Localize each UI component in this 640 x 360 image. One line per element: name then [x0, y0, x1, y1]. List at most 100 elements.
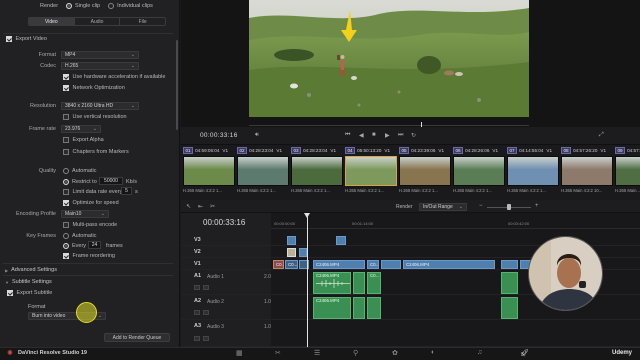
zoom-slider-handle[interactable] [507, 204, 511, 210]
clip-thumbnail-item[interactable]: 04 05:50:13:20 V1 H.265 Main 4:2:2 1... [345, 147, 397, 197]
playhead[interactable] [307, 213, 308, 347]
single-clip-radio[interactable] [66, 3, 73, 9]
timeline-clip[interactable]: C0... [285, 260, 298, 269]
audio-clip[interactable] [367, 297, 381, 319]
chevron-right-icon: ▶ [5, 267, 9, 273]
keyframe-auto-radio[interactable] [63, 233, 69, 239]
clip-thumbnail-item[interactable]: 06 04:28:26:06 V1 H.265 Main 4:2:2 1... [453, 147, 505, 197]
play-icon[interactable]: ▶ [385, 132, 390, 139]
tab-video[interactable]: Video [29, 18, 75, 25]
audio-clip[interactable]: C2406.MP4 [313, 297, 351, 319]
limit-rate-input[interactable]: 5 [121, 187, 132, 195]
export-alpha-checkbox[interactable] [63, 137, 69, 143]
bitrate-input[interactable]: 50000 [99, 177, 123, 185]
mute-icon[interactable] [203, 285, 209, 290]
clip-thumbnail-item[interactable]: 03 04:28:23:04 V1 H.265 Main 4:2:2 1... [291, 147, 343, 197]
frame-reorder-checkbox[interactable] [63, 253, 69, 259]
timeline-clip[interactable] [336, 236, 346, 245]
export-subtitle-checkbox[interactable] [7, 290, 13, 296]
fairlight-page-icon[interactable]: ✿ [392, 349, 398, 357]
media-page-icon[interactable]: ▦ [236, 349, 243, 357]
timeline-clip[interactable]: C2406.MP4 [403, 260, 495, 269]
timeline-clip[interactable] [501, 260, 518, 269]
solo-icon[interactable] [194, 310, 200, 315]
timeline-clip[interactable] [299, 248, 307, 257]
timeline-clip[interactable] [287, 248, 296, 257]
color-page-icon[interactable]: ◐ [431, 349, 435, 356]
resolution-dropdown[interactable]: 3840 x 2160 Ultra HD ⌄ [61, 102, 139, 110]
optimize-speed-checkbox[interactable] [63, 200, 69, 206]
mute-icon[interactable] [203, 336, 209, 341]
timeline-clip[interactable] [287, 236, 296, 245]
vertical-res-checkbox[interactable] [63, 114, 69, 120]
trim-tool-icon[interactable]: ⇤ [198, 203, 203, 210]
limit-rate-checkbox[interactable] [63, 189, 69, 195]
clip-thumbnail-item[interactable]: 0904:57:56:12V1 H.265 Main... [615, 147, 640, 197]
quality-auto-radio[interactable] [63, 168, 69, 174]
keyframe-every-radio[interactable] [63, 243, 69, 249]
network-opt-checkbox[interactable] [63, 85, 69, 91]
step-back-icon[interactable]: ◀ [359, 132, 364, 139]
tab-audio[interactable]: Audio [75, 18, 121, 25]
edit-page-icon[interactable]: ☰ [314, 349, 320, 357]
audio-clip[interactable]: C2406.MP4 [313, 272, 351, 294]
timeline-clip[interactable]: C2406.MP4 [313, 260, 365, 269]
skip-forward-icon[interactable]: ⏭︎ [398, 132, 403, 139]
advanced-settings-toggle[interactable]: ▶ Advanced Settings [5, 267, 57, 273]
audio-clip[interactable]: C0... [367, 272, 381, 294]
clip-thumbnail [237, 156, 289, 186]
multipass-checkbox[interactable] [63, 222, 69, 228]
encoding-profile-dropdown[interactable]: Main10 ⌄ [61, 210, 109, 218]
clip-number: 04 [345, 147, 356, 154]
ruler-label: 00:00:00:00 [274, 221, 296, 226]
clip-thumbnail-item[interactable]: 02 04:28:23:04 V1 H.265 Main 4:2:2 1... [237, 147, 289, 197]
single-clip-label: Single clip [75, 3, 101, 9]
hw-accel-checkbox[interactable] [63, 74, 69, 80]
settings-tabs: Video Audio File [28, 17, 166, 26]
chapters-checkbox[interactable] [63, 149, 69, 155]
timeline-ruler[interactable] [271, 213, 640, 229]
render-range-dropdown[interactable]: In/Out Range ⌄ [419, 203, 467, 211]
zoom-in-icon[interactable]: + [535, 203, 539, 209]
audio-clip[interactable] [501, 272, 518, 294]
tab-file[interactable]: File [120, 18, 165, 25]
timeline-timecode: 00:00:33:16 [203, 218, 246, 227]
keyframe-input[interactable]: 24 [88, 241, 101, 249]
format-dropdown[interactable]: MP4 ⌄ [61, 51, 139, 59]
clip-thumbnail-item[interactable]: 05 04:23:39:06 V1 H.265 Main 4:2:2 1... [399, 147, 451, 197]
zoom-out-icon[interactable]: − [479, 203, 483, 209]
loop-icon[interactable]: ↻ [411, 132, 416, 139]
add-to-render-queue-button[interactable]: Add to Render Queue [104, 333, 170, 342]
individual-clips-radio[interactable] [108, 3, 115, 9]
solo-icon[interactable] [194, 336, 200, 341]
restrict-radio[interactable] [63, 179, 69, 185]
mute-icon[interactable] [203, 310, 209, 315]
frame-rate-dropdown[interactable]: 23.976 ⌄ [61, 125, 101, 133]
timeline-clip[interactable]: C0... [273, 260, 284, 269]
razor-tool-icon[interactable]: ✂ [210, 203, 215, 210]
clip-thumbnail-item[interactable]: 08 04:57:26:20 V1 H.265 Main 4:2:2 10... [561, 147, 613, 197]
audio-page-icon[interactable]: ♫ [477, 349, 482, 356]
audio-clip[interactable] [501, 297, 518, 319]
clip-thumbnail-item[interactable]: 01 04:59:06:04 V1 H.265 Main 4:2:2 1... [183, 147, 235, 197]
fullscreen-icon[interactable]: ⤢ [599, 132, 604, 139]
timeline-clip[interactable]: C0.. [367, 260, 379, 269]
audio-clip[interactable] [353, 272, 365, 294]
video-preview[interactable] [249, 0, 529, 117]
render-settings-scrollbar[interactable] [176, 40, 178, 130]
codec-dropdown[interactable]: H.265 ⌄ [61, 62, 139, 70]
audio-clip[interactable] [353, 297, 365, 319]
deliver-page-icon[interactable]: 🚀︎ [520, 349, 529, 357]
timeline-clip[interactable] [381, 260, 401, 269]
subtitle-settings-toggle[interactable]: ▼ Subtitle Settings [5, 279, 52, 285]
skip-back-icon[interactable]: ⏮︎ [345, 132, 350, 139]
select-tool-icon[interactable]: ↖ [186, 203, 191, 210]
solo-icon[interactable] [194, 285, 200, 290]
cut-page-icon[interactable]: ✂ [275, 349, 281, 357]
stop-icon[interactable]: ■ [372, 132, 376, 138]
clip-thumbnail-item[interactable]: 07 04:14:55:04 V1 H.265 Main 4:2:2 1... [507, 147, 559, 197]
speaker-icon[interactable]: 🔊︎ [255, 132, 259, 139]
export-video-checkbox[interactable] [6, 36, 12, 42]
scrubber-track[interactable] [249, 125, 529, 126]
fusion-page-icon[interactable]: ⚲ [353, 349, 358, 357]
